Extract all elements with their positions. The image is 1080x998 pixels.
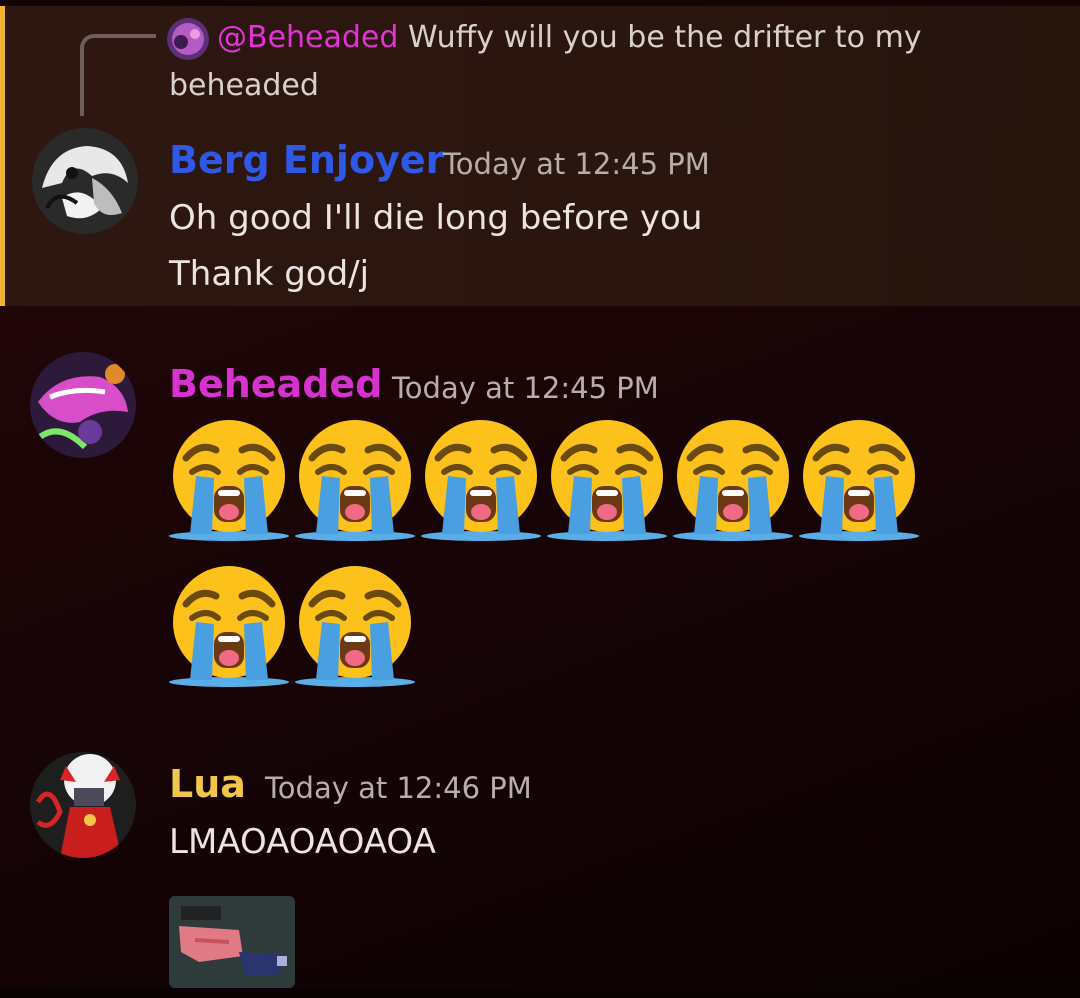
message-timestamp: Today at 12:45 PM xyxy=(443,147,710,181)
emoji-row xyxy=(166,414,922,544)
reply-preview[interactable]: @Beheaded Wuffy will you be the drifter … xyxy=(169,14,949,110)
image-attachment[interactable] xyxy=(169,896,295,988)
avatar[interactable] xyxy=(32,128,138,234)
reply-connector xyxy=(80,34,156,116)
loudly-crying-face-icon xyxy=(292,560,418,690)
loudly-crying-face-icon xyxy=(544,414,670,544)
message-text: Oh good I'll die long before you xyxy=(169,198,703,238)
message-text: Thank god/j xyxy=(169,254,370,294)
message-timestamp: Today at 12:46 PM xyxy=(265,771,532,805)
reply-mention[interactable]: @Beheaded xyxy=(217,20,398,55)
loudly-crying-face-icon xyxy=(292,414,418,544)
message-text: LMAOAOAOAOA xyxy=(169,822,436,862)
mention-highlight-bar xyxy=(0,6,5,306)
avatar[interactable] xyxy=(30,352,136,458)
message-author[interactable]: Lua xyxy=(169,760,246,808)
bottom-edge xyxy=(0,988,1080,998)
emoji-row xyxy=(166,560,418,690)
loudly-crying-face-icon xyxy=(796,414,922,544)
loudly-crying-face-icon xyxy=(166,414,292,544)
loudly-crying-face-icon xyxy=(166,560,292,690)
message-author[interactable]: Berg Enjoyer xyxy=(169,136,444,184)
loudly-crying-face-icon xyxy=(670,414,796,544)
message-author[interactable]: Beheaded xyxy=(169,360,382,408)
avatar[interactable] xyxy=(30,752,136,858)
message-timestamp: Today at 12:45 PM xyxy=(392,371,659,405)
loudly-crying-face-icon xyxy=(418,414,544,544)
